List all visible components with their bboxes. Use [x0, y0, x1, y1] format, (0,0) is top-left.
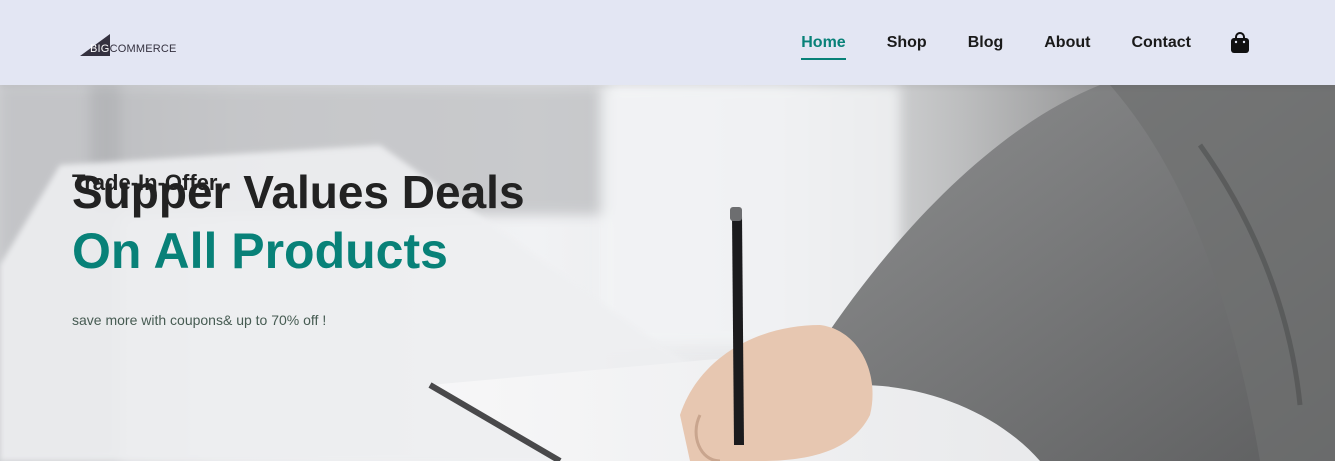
hero-subtitle: On All Products: [72, 223, 448, 279]
logo-text-part1: BIG: [90, 42, 110, 55]
shopping-bag-icon[interactable]: [1230, 31, 1250, 54]
nav-item-contact[interactable]: Contact: [1131, 30, 1191, 56]
site-header: BIGCOMMERCE Home Shop Blog About Contact: [0, 0, 1335, 85]
nav-item-home[interactable]: Home: [801, 30, 847, 60]
logo[interactable]: BIGCOMMERCE: [80, 30, 176, 56]
logo-text: BIGCOMMERCE: [90, 43, 177, 55]
nav-item-about[interactable]: About: [1044, 30, 1090, 56]
hero-note: save more with coupons& up to 70% off !: [72, 312, 327, 328]
hero-banner: Trade-In-Offer Supper Values Deals On Al…: [0, 85, 1335, 461]
nav-item-blog[interactable]: Blog: [968, 30, 1004, 56]
shopping-bag-glyph: [1231, 31, 1249, 53]
logo-text-part2: COMMERCE: [109, 42, 177, 55]
nav-item-shop[interactable]: Shop: [887, 30, 927, 56]
main-nav: Home Shop Blog About Contact: [760, 30, 1250, 60]
hero-title: Supper Values Deals: [72, 166, 525, 218]
